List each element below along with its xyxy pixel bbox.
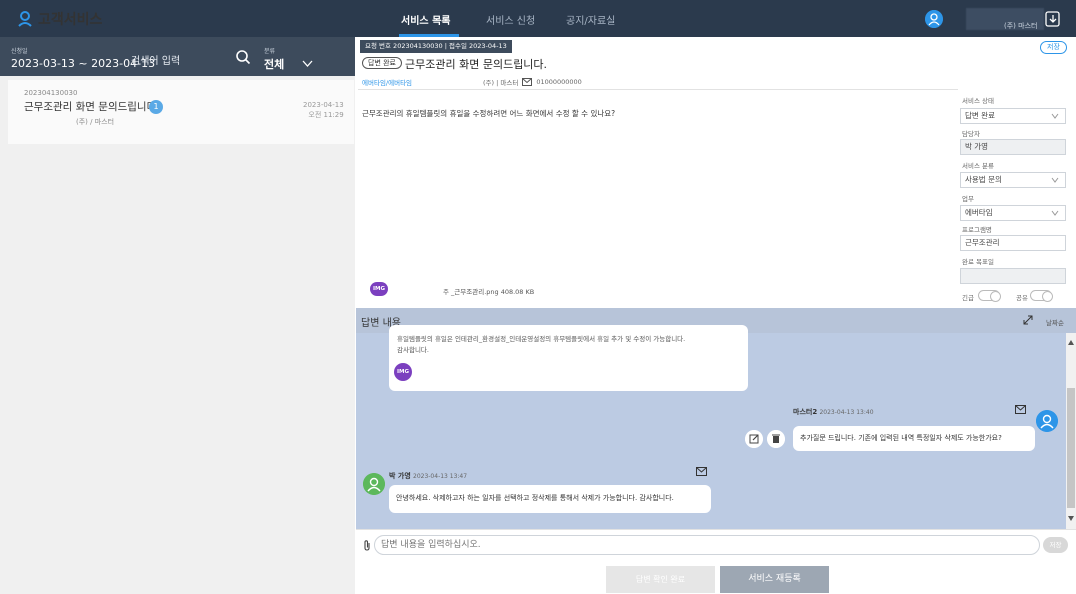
reply-author: 마스터2 2023-04-13 13:40 (793, 407, 874, 417)
chevron-down-icon[interactable] (302, 60, 313, 68)
service-status-value: 답변 완료 (965, 111, 995, 120)
scroll-up-icon[interactable] (1068, 340, 1074, 345)
user-company: (주) 마스터 (1004, 22, 1038, 30)
service-status-select[interactable]: 답변 완료 (960, 108, 1066, 124)
scrollbar-thumb[interactable] (1067, 388, 1075, 508)
reply-author: 박 가영 2023-04-13 13:47 (389, 471, 467, 481)
agent-avatar-icon (363, 473, 385, 495)
status-badge: 답변 완료 (362, 57, 402, 69)
delete-icon[interactable] (767, 430, 785, 448)
chevron-down-icon (1051, 177, 1059, 183)
confirm-answer-button[interactable]: 답변 확인 완료 (606, 566, 715, 593)
reply-author-name: 마스터2 (793, 408, 818, 416)
program-value: 근무조관리 (965, 238, 1000, 247)
answer-text: 휴일템플릿의 휴일은 인테관리_환경설정_인테운영설정의 휴무템플릿에서 휴일 … (397, 334, 685, 356)
assignee-value: 박 가영 (965, 142, 989, 151)
product-tag: 에버타임/에버타임 (362, 79, 413, 87)
reply-author-name: 박 가영 (389, 472, 411, 480)
attachment-name[interactable]: 주 _근무조관리.png 408.08 KB (443, 286, 534, 296)
urgent-toggle[interactable] (978, 290, 1000, 301)
service-category-label: 서비스 분류 (962, 162, 994, 170)
work-value: 에버타임 (965, 208, 993, 217)
chevron-down-icon (1051, 210, 1059, 216)
reply-text: 추가질문 드립니다. 기존에 입력된 내역 특정일자 삭제도 가능한가요? (800, 434, 1002, 442)
app-logo[interactable]: 고객서비스 (18, 9, 102, 29)
divider (358, 89, 958, 90)
top-bar (0, 0, 1076, 37)
date-label: 신청일 (11, 48, 28, 55)
answer-image-icon[interactable]: IMG (394, 363, 412, 381)
request-date: 2023-04-13 (303, 101, 344, 109)
urgent-label: 긴급 (962, 294, 974, 302)
contact-info: (주) | 마스터 01000000000 (483, 77, 582, 87)
assignee-field: 박 가영 (960, 139, 1066, 155)
request-meta: 요청 번호 202304130030 | 접수일 2023-04-13 (360, 40, 512, 53)
due-date-label: 완료 목표일 (962, 258, 994, 266)
search-input[interactable]: 검색어 입력 (131, 52, 180, 67)
mail-icon[interactable] (696, 467, 707, 476)
app-title: 고객서비스 (38, 12, 103, 28)
expand-icon[interactable] (1023, 315, 1033, 325)
service-category-value: 사용법 문의 (965, 175, 1002, 184)
user-avatar-icon[interactable] (925, 10, 943, 28)
sort-toggle[interactable]: 날짜순 (1046, 317, 1064, 327)
logout-icon[interactable] (1044, 10, 1062, 28)
edit-icon[interactable] (745, 430, 763, 448)
tab-notice[interactable]: 공지/자료실 (566, 12, 615, 27)
work-label: 업무 (962, 195, 974, 203)
request-time: 오전 11:29 (308, 111, 344, 119)
attachment-image-icon[interactable]: IMG (370, 282, 388, 296)
share-toggle[interactable] (1030, 290, 1052, 301)
reply-text: 안녕하세요. 삭제하고자 하는 일자를 선택하고 정삭제를 통해서 삭제가 가능… (396, 494, 674, 502)
request-datetime: 2023-04-13 오전 11:29 (303, 100, 344, 120)
answer-text-line: 감사합니다. (397, 346, 429, 354)
tab-service-request[interactable]: 서비스 신청 (486, 12, 535, 27)
program-label: 프로그램명 (962, 226, 992, 234)
request-list (0, 76, 355, 594)
search-icon[interactable] (235, 49, 251, 65)
attach-file-icon[interactable] (362, 540, 372, 551)
answer-input[interactable] (374, 535, 1040, 555)
contact-phone: 01000000000 (536, 78, 582, 86)
contact-company: (주) | 마스터 (483, 79, 519, 87)
user-avatar-icon (1036, 410, 1058, 432)
save-button[interactable]: 저장 (1040, 41, 1067, 54)
logo-icon (18, 11, 32, 27)
action-footer (356, 561, 1076, 594)
due-date-field[interactable] (960, 268, 1066, 284)
program-field[interactable]: 근무조관리 (960, 235, 1066, 251)
reply-time: 2023-04-13 13:47 (413, 473, 468, 480)
reply-time: 2023-04-13 13:40 (819, 409, 874, 416)
chevron-down-icon (1051, 113, 1059, 119)
question-text: 근무조관리의 휴일템플릿의 휴일을 수정하려면 어느 화면에서 수정 할 수 있… (362, 109, 616, 118)
work-select[interactable]: 에버타임 (960, 205, 1066, 221)
category-label: 분류 (264, 48, 276, 55)
service-status-label: 서비스 상태 (962, 97, 994, 105)
send-button[interactable]: 저장 (1043, 537, 1068, 553)
request-title[interactable]: 근무조관리 화면 문의드립니다. (24, 99, 160, 114)
share-label: 공유 (1016, 294, 1028, 302)
mail-icon[interactable] (1015, 405, 1026, 414)
reply-count-badge: 1 (149, 100, 163, 114)
service-category-select[interactable]: 사용법 문의 (960, 172, 1066, 188)
answer-text-line: 휴일템플릿의 휴일은 인테관리_환경설정_인테운영설정의 휴무템플릿에서 휴일 … (397, 335, 686, 343)
reregister-service-button[interactable]: 서비스 재등록 (720, 566, 829, 593)
active-tab-indicator (399, 34, 459, 37)
reply-bubble: 추가질문 드립니다. 기존에 입력된 내역 특정일자 삭제도 가능한가요? (793, 426, 1035, 451)
tab-service-list[interactable]: 서비스 목록 (401, 12, 450, 27)
reply-bubble: 안녕하세요. 삭제하고자 하는 일자를 선택하고 정삭제를 통해서 삭제가 가능… (389, 485, 711, 513)
detail-title: 근무조관리 화면 문의드립니다. (405, 58, 548, 71)
scroll-down-icon[interactable] (1068, 516, 1074, 521)
assignee-label: 담당자 (962, 130, 980, 138)
request-company: (주) / 마스터 (76, 118, 115, 126)
category-select[interactable]: 전체 (264, 56, 284, 72)
phone-icon (522, 78, 533, 86)
request-number: 202304130030 (24, 89, 78, 97)
